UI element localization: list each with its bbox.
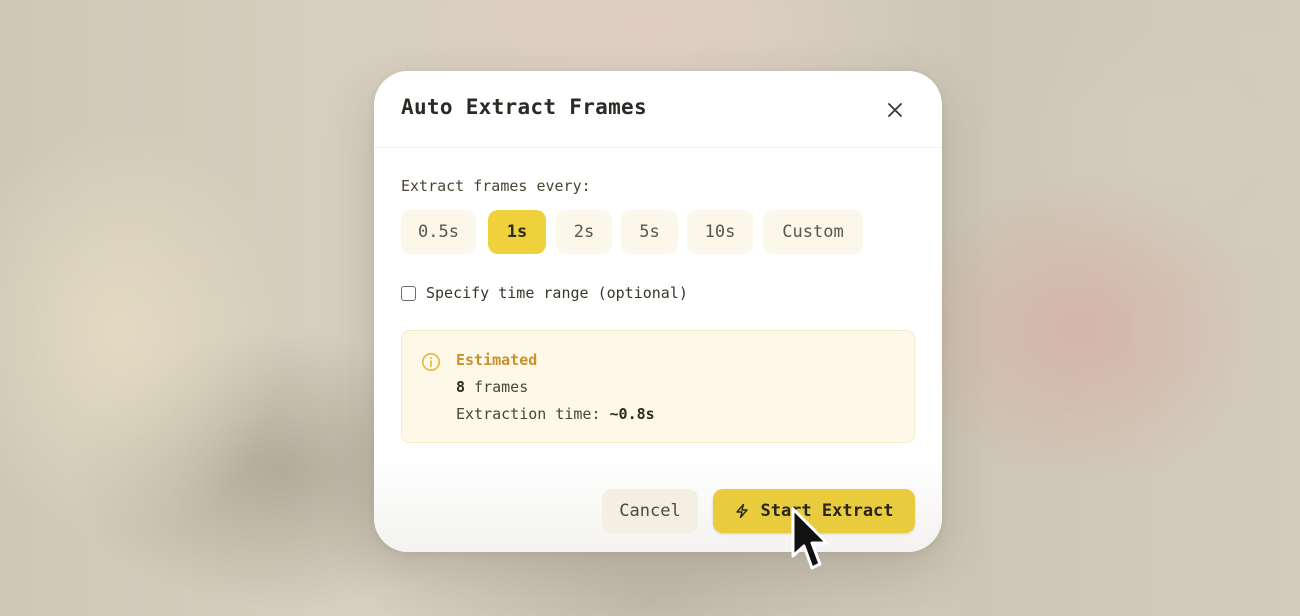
close-button[interactable] [882,97,908,123]
interval-option-2s[interactable]: 2s [556,210,612,254]
interval-label: Extract frames every: [401,177,591,195]
auto-extract-dialog: Auto Extract Frames Extract frames every… [374,71,942,552]
estimate-frames: 8 frames [456,378,528,396]
header-divider [374,147,942,148]
estimate-time-prefix: Extraction time: [456,405,610,423]
interval-option-10s[interactable]: 10s [687,210,753,254]
interval-option-custom[interactable]: Custom [763,210,863,254]
estimate-title: Estimated [456,351,538,369]
close-icon [888,103,902,117]
start-extract-button[interactable]: Start Extract [713,489,915,533]
estimate-frames-value: 8 [456,378,466,396]
dialog-title: Auto Extract Frames [401,95,647,119]
time-range-label[interactable]: Specify time range (optional) [426,284,688,302]
interval-option-1s[interactable]: 1s [488,210,546,254]
time-range-row: Specify time range (optional) [401,283,688,303]
info-icon [422,353,440,371]
interval-option-5s[interactable]: 5s [621,210,678,254]
estimate-frames-suffix: frames [465,378,529,396]
estimate-time-value: ~0.8s [609,405,655,423]
start-extract-label: Start Extract [760,501,894,521]
lightning-bolt-icon [736,503,749,519]
estimate-time: Extraction time: ~0.8s [456,405,655,423]
interval-option-0-5s[interactable]: 0.5s [401,210,476,254]
time-range-checkbox[interactable] [401,285,416,301]
cancel-button[interactable]: Cancel [602,489,698,533]
estimate-panel: Estimated 8 frames Extraction time: ~0.8… [401,330,915,443]
